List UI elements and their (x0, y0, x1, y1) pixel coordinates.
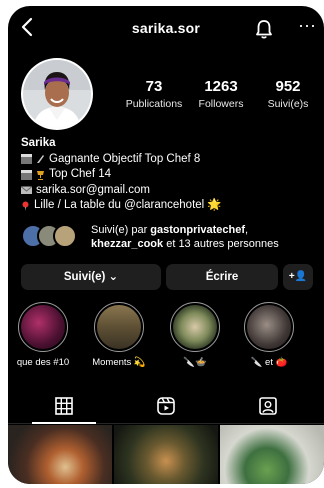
tagged-icon[interactable] (258, 396, 278, 416)
highlight-ring (18, 302, 68, 352)
bio-text-2: Top Chef 14 (49, 168, 112, 180)
bio-email-line[interactable]: sarika.sor@gmail.com (21, 183, 317, 199)
highlight-cover (247, 305, 291, 349)
envelope-icon (21, 186, 32, 195)
following-count: 952 (275, 78, 301, 95)
follower-avatar-3 (53, 224, 77, 248)
following-button[interactable]: Suivi(e) ⌄ (21, 264, 161, 290)
active-tab-indicator (32, 422, 96, 424)
knife-icon (37, 155, 44, 164)
chevron-left-icon[interactable] (18, 16, 38, 38)
bio-email: sarika.sor@gmail.com (36, 183, 150, 196)
highlight-caption: que des #10 (16, 357, 70, 368)
followers-label: Followers (198, 98, 244, 110)
highlight-item[interactable]: 🔪🍲 (166, 302, 224, 368)
posts-count: 73 (145, 78, 163, 95)
bio-text-1: Gagnante Objectif Top Chef 8 (49, 152, 201, 165)
posts-label: Publications (125, 98, 183, 110)
profile-photo (23, 60, 91, 128)
message-button[interactable]: Écrire (166, 264, 278, 290)
profile-tabs (8, 388, 324, 424)
following-label: Suivi(e)s (267, 98, 309, 110)
add-user-button[interactable]: +👤 (283, 264, 313, 290)
highlight-item[interactable]: 🔪 et 🍅 (240, 302, 298, 368)
followed-prefix: Suivi(e) par (91, 224, 151, 236)
followed-user-1[interactable]: gastonprivatechef (150, 224, 245, 236)
highlight-ring (94, 302, 144, 352)
highlight-item[interactable]: que des #10 (14, 302, 72, 368)
followers-count: 1263 (204, 78, 238, 95)
bio: Sarika Gagnante Objectif Top Chef 8 Top … (21, 136, 317, 214)
profile-name: Sarika (21, 137, 56, 149)
post-thumbnail[interactable] (220, 425, 324, 484)
stat-following[interactable]: 952 Suivi(e)s (256, 78, 320, 110)
bio-location: Lille / La table du @clarancehotel 🌟 (34, 199, 222, 211)
clapperboard-icon (21, 154, 32, 165)
highlight-caption: Moments 💫 (92, 357, 146, 368)
post-thumbnail[interactable] (114, 425, 218, 484)
avatar[interactable] (21, 58, 93, 130)
followed-separator: , (245, 224, 249, 236)
top-bar: sarika.sor ··· (8, 6, 324, 50)
posts-grid (8, 425, 324, 484)
bio-line-1: Gagnante Objectif Top Chef 8 (21, 152, 317, 168)
followed-by[interactable]: Suivi(e) par gastonprivatechef, khezzar_… (21, 222, 317, 252)
stat-followers[interactable]: 1263 Followers (192, 78, 250, 110)
followed-suffix: et 13 autres personnes (163, 238, 279, 250)
bell-icon[interactable] (254, 18, 274, 40)
pin-icon (22, 201, 29, 211)
highlight-ring (170, 302, 220, 352)
highlight-cover (97, 305, 141, 349)
highlight-item[interactable]: Moments 💫 (90, 302, 148, 368)
bio-line-2: Top Chef 14 (21, 167, 317, 183)
clapperboard-icon (21, 169, 32, 180)
post-thumbnail[interactable] (8, 425, 112, 484)
bio-location-line[interactable]: Lille / La table du @clarancehotel 🌟 (21, 198, 317, 214)
highlight-ring (244, 302, 294, 352)
trophy-icon (37, 170, 44, 180)
followed-user-2[interactable]: khezzar_cook (91, 238, 163, 250)
highlight-cover (21, 305, 65, 349)
highlight-cover (173, 305, 217, 349)
reels-icon[interactable] (156, 396, 176, 416)
stat-posts[interactable]: 73 Publications (116, 78, 192, 110)
grid-icon[interactable] (54, 396, 74, 416)
followed-by-text: Suivi(e) par gastonprivatechef, khezzar_… (91, 223, 319, 251)
more-options-icon[interactable]: ··· (296, 16, 318, 38)
profile-username: sarika.sor (131, 20, 201, 36)
highlight-caption: 🔪🍲 (183, 357, 207, 368)
highlight-caption: 🔪 et 🍅 (250, 357, 288, 368)
profile-screen: sarika.sor ··· 73 Publications 1263 Foll… (8, 6, 324, 484)
